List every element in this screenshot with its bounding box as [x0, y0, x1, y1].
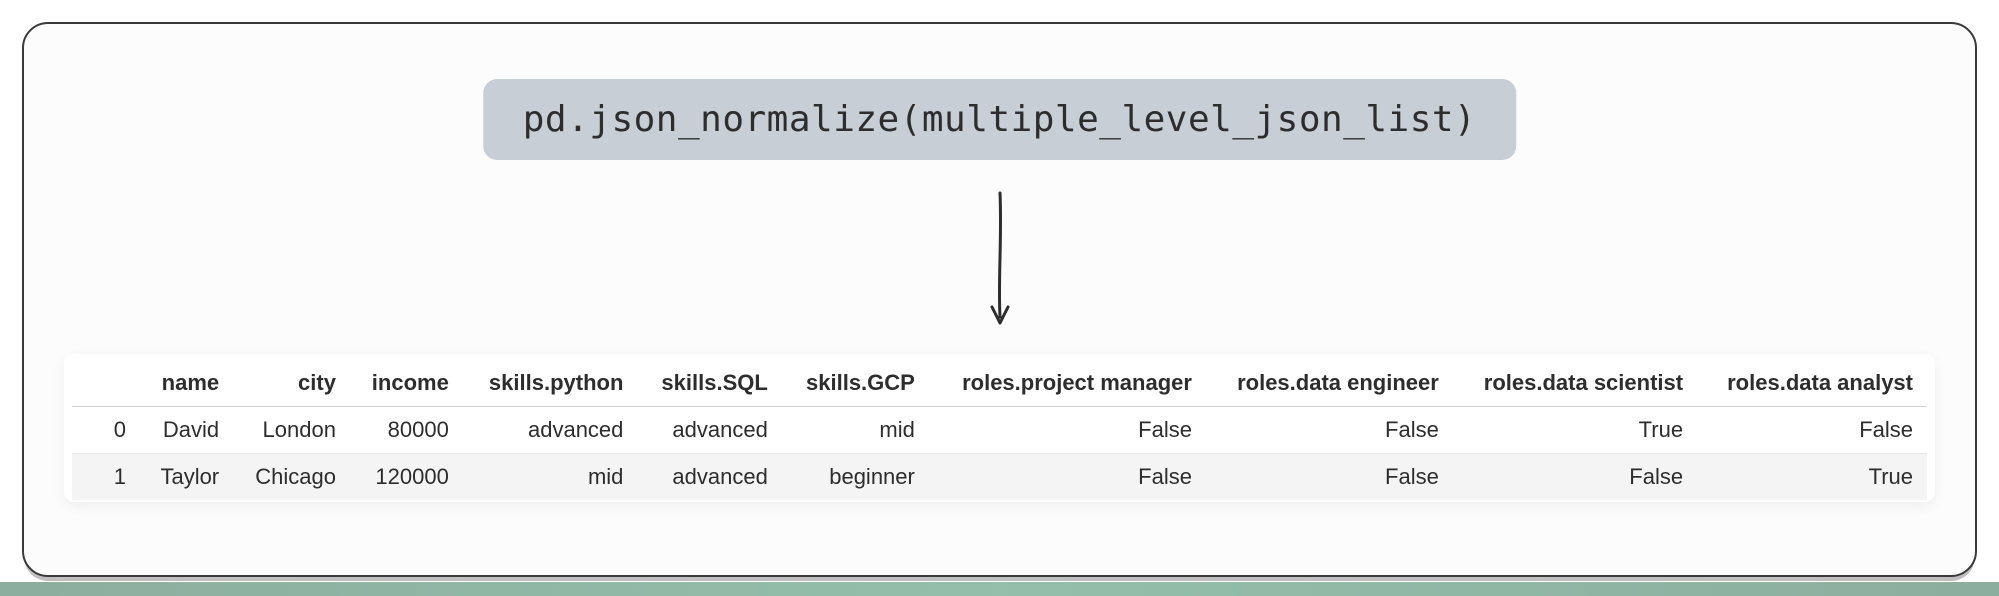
index-header: [72, 360, 140, 407]
cell: Taylor: [140, 454, 233, 501]
arrow-down-icon: [980, 189, 1020, 329]
code-snippet-text: pd.json_normalize(multiple_level_json_li…: [523, 99, 1476, 140]
dataframe-table: name city income skills.python skills.SQ…: [72, 360, 1927, 500]
col-header: roles.project manager: [929, 360, 1206, 407]
cell: mid: [782, 407, 929, 454]
row-index: 1: [72, 454, 140, 501]
table-row: 0 David London 80000 advanced advanced m…: [72, 407, 1927, 454]
cell: advanced: [637, 454, 781, 501]
diagram-card: pd.json_normalize(multiple_level_json_li…: [22, 22, 1977, 577]
cell: advanced: [463, 407, 638, 454]
table-header-row: name city income skills.python skills.SQ…: [72, 360, 1927, 407]
col-header: roles.data analyst: [1697, 360, 1927, 407]
cell: False: [929, 407, 1206, 454]
col-header: roles.data scientist: [1453, 360, 1697, 407]
cell: False: [1453, 454, 1697, 501]
cell: False: [1206, 407, 1453, 454]
bottom-accent-strip: [0, 582, 1999, 596]
cell: beginner: [782, 454, 929, 501]
dataframe-output: name city income skills.python skills.SQ…: [64, 354, 1935, 502]
cell: 80000: [350, 407, 463, 454]
cell: True: [1697, 454, 1927, 501]
col-header: name: [140, 360, 233, 407]
col-header: skills.GCP: [782, 360, 929, 407]
cell: mid: [463, 454, 638, 501]
row-index: 0: [72, 407, 140, 454]
cell: True: [1453, 407, 1697, 454]
cell: Chicago: [233, 454, 350, 501]
cell: London: [233, 407, 350, 454]
table-row: 1 Taylor Chicago 120000 mid advanced beg…: [72, 454, 1927, 501]
col-header: roles.data engineer: [1206, 360, 1453, 407]
cell: David: [140, 407, 233, 454]
cell: False: [1206, 454, 1453, 501]
col-header: city: [233, 360, 350, 407]
col-header: skills.SQL: [637, 360, 781, 407]
cell: False: [1697, 407, 1927, 454]
col-header: skills.python: [463, 360, 638, 407]
cell: advanced: [637, 407, 781, 454]
col-header: income: [350, 360, 463, 407]
cell: False: [929, 454, 1206, 501]
code-snippet-pill: pd.json_normalize(multiple_level_json_li…: [483, 79, 1516, 160]
cell: 120000: [350, 454, 463, 501]
